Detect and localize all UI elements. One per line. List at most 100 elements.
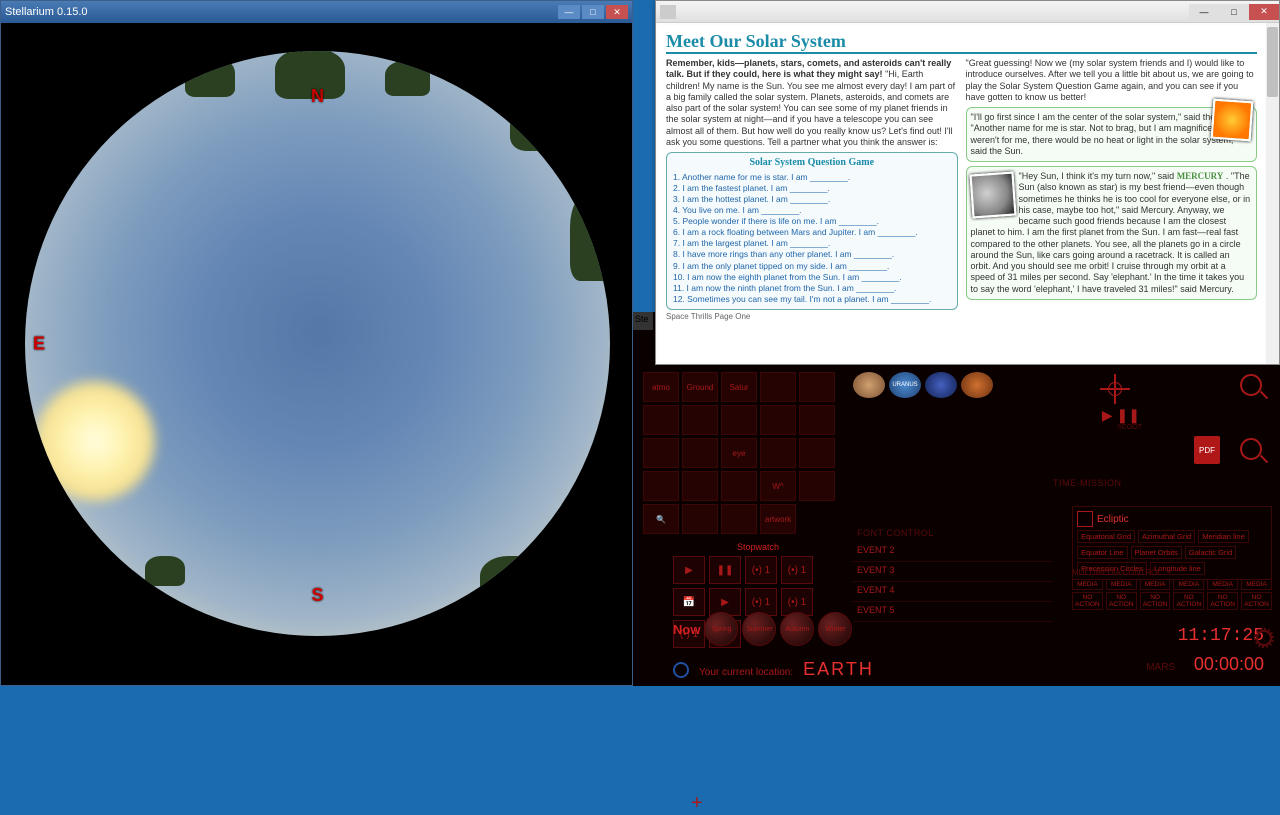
event-row[interactable]: EVENT 2: [853, 542, 1053, 562]
stellarium-sky-view[interactable]: N E S: [1, 23, 632, 685]
toolbar-button[interactable]: Satur: [721, 372, 757, 402]
toolbar-button[interactable]: [799, 372, 835, 402]
pdf-close-button[interactable]: ✕: [1249, 4, 1279, 20]
location-icon[interactable]: [673, 662, 689, 678]
minimize-button[interactable]: —: [558, 5, 580, 19]
media-row: MEDIAMEDIAMEDIAMEDIAMEDIAMEDIA: [1072, 579, 1272, 590]
toolbar-button[interactable]: [799, 438, 835, 468]
toolbar-button[interactable]: [682, 438, 718, 468]
toolbar-button[interactable]: W^: [760, 471, 796, 501]
grid-option[interactable]: Azimuthal Grid: [1138, 530, 1195, 543]
season-button[interactable]: Summer: [742, 612, 776, 646]
media-button[interactable]: MEDIA: [1106, 579, 1137, 590]
toolbar-button[interactable]: [643, 438, 679, 468]
zoom-out-icon[interactable]: [1240, 438, 1262, 460]
grid-option[interactable]: Planet Orbits: [1131, 546, 1182, 559]
toolbar-button[interactable]: atmo: [643, 372, 679, 402]
control-panel: Ste URANUS ▶ ❚❚ SCOOT PDF atmoGroundSatu…: [633, 312, 1280, 686]
noaction-label: NO ACTION: [1207, 592, 1238, 610]
pdf-scrollbar[interactable]: [1266, 23, 1279, 364]
play-pause-icon[interactable]: ▶ ❚❚: [1102, 407, 1140, 424]
media-button[interactable]: MEDIA: [1140, 579, 1171, 590]
question-list: 1. Another name for me is star. I am ___…: [673, 172, 951, 305]
toolbar-button[interactable]: [643, 471, 679, 501]
background-tab[interactable]: Ste: [633, 312, 653, 330]
location-bar: Your current location: EARTH: [673, 659, 874, 680]
toolbar-button[interactable]: [760, 405, 796, 435]
clock-display: 11:17:25: [1178, 626, 1264, 646]
toolbar-button[interactable]: [760, 438, 796, 468]
time-mission-label: TIME-MISSION: [1053, 478, 1122, 488]
noaction-label: NO ACTION: [1106, 592, 1137, 610]
page-footer: Space Thrills Page One: [666, 312, 958, 322]
time-button[interactable]: (•) 1: [781, 556, 813, 584]
toolbar-button[interactable]: [682, 471, 718, 501]
time-control-header: Stopwatch: [673, 542, 843, 552]
mission-timer: MARS 00:00:00: [1146, 654, 1264, 676]
grid-option[interactable]: Equatorial Grid: [1077, 530, 1135, 543]
toolbar-button[interactable]: [643, 405, 679, 435]
ecliptic-option[interactable]: Ecliptic: [1097, 514, 1129, 525]
planet-strip: URANUS: [853, 372, 993, 398]
pdf-page[interactable]: Meet Our Solar System Remember, kids—pla…: [658, 25, 1265, 362]
question-item: 10. I am now the eighth planet from the …: [673, 272, 951, 283]
pdf-maximize-button[interactable]: □: [1219, 4, 1249, 20]
planet-icon-uranus[interactable]: URANUS: [889, 372, 921, 398]
pdf-titlebar: — □ ✕: [656, 1, 1279, 23]
planet-icon[interactable]: [961, 372, 993, 398]
event-row[interactable]: EVENT 5: [853, 602, 1053, 622]
season-button[interactable]: Spring: [704, 612, 738, 646]
crosshair-icon[interactable]: [1100, 374, 1130, 404]
pdf-window: — □ ✕ Meet Our Solar System Remember, ki…: [655, 0, 1280, 365]
grid-option[interactable]: Equator Line: [1077, 546, 1128, 559]
toolbar-button[interactable]: eye: [721, 438, 757, 468]
season-button[interactable]: Winter: [818, 612, 852, 646]
plus-icon[interactable]: +: [691, 792, 703, 815]
location-value[interactable]: EARTH: [803, 659, 874, 680]
toolbar-button[interactable]: [799, 405, 835, 435]
time-button[interactable]: (•) 1: [745, 556, 777, 584]
question-game-box: Solar System Question Game 1. Another na…: [666, 152, 958, 310]
event-row[interactable]: EVENT 3: [853, 562, 1053, 582]
toolbar-button[interactable]: [760, 372, 796, 402]
toolbar-button[interactable]: 🔍: [643, 504, 679, 534]
event-row[interactable]: EVENT 4: [853, 582, 1053, 602]
time-button[interactable]: ❚❚: [709, 556, 741, 584]
question-item: 8. I have more rings than any other plan…: [673, 249, 951, 260]
toolbar-button[interactable]: Ground: [682, 372, 718, 402]
question-item: 3. I am the hottest planet. I am _______…: [673, 194, 951, 205]
noaction-label: NO ACTION: [1241, 592, 1272, 610]
toolbar-button[interactable]: [682, 405, 718, 435]
scrollbar-thumb[interactable]: [1267, 27, 1278, 97]
gear-icon[interactable]: [1256, 630, 1272, 646]
pdf-icon[interactable]: PDF: [1194, 436, 1220, 464]
sun-callout: "I'll go first since I am the center of …: [966, 107, 1258, 162]
now-button[interactable]: Now: [673, 622, 700, 637]
right-column: "Great guessing! Now we (my solar system…: [966, 58, 1258, 322]
grid-option[interactable]: Galactic Grid: [1185, 546, 1236, 559]
media-button[interactable]: MEDIA: [1072, 579, 1103, 590]
planet-icon[interactable]: [853, 372, 885, 398]
toolbar-button[interactable]: [721, 471, 757, 501]
sky-hemisphere[interactable]: N E S: [25, 51, 610, 636]
grid-option[interactable]: Meridian line: [1198, 530, 1249, 543]
planet-icon[interactable]: [925, 372, 957, 398]
toolbar-button[interactable]: [682, 504, 718, 534]
maximize-button[interactable]: □: [582, 5, 604, 19]
scoot-label: SCOOT: [1117, 424, 1142, 431]
pdf-minimize-button[interactable]: —: [1189, 4, 1219, 20]
media-button[interactable]: MEDIA: [1173, 579, 1204, 590]
zoom-in-icon[interactable]: [1240, 374, 1262, 396]
question-item: 1. Another name for me is star. I am ___…: [673, 172, 951, 183]
time-button[interactable]: ▶: [673, 556, 705, 584]
media-button[interactable]: MEDIA: [1207, 579, 1238, 590]
toolbar-button[interactable]: [721, 504, 757, 534]
toolbar-button[interactable]: [721, 405, 757, 435]
close-button[interactable]: ✕: [606, 5, 628, 19]
grid-toggle-icon[interactable]: [1077, 511, 1093, 527]
season-button[interactable]: Autumn: [780, 612, 814, 646]
col2-intro: "Great guessing! Now we (my solar system…: [966, 58, 1254, 102]
toolbar-button[interactable]: [799, 471, 835, 501]
toolbar-button[interactable]: artwork: [760, 504, 796, 534]
media-button[interactable]: MEDIA: [1241, 579, 1272, 590]
